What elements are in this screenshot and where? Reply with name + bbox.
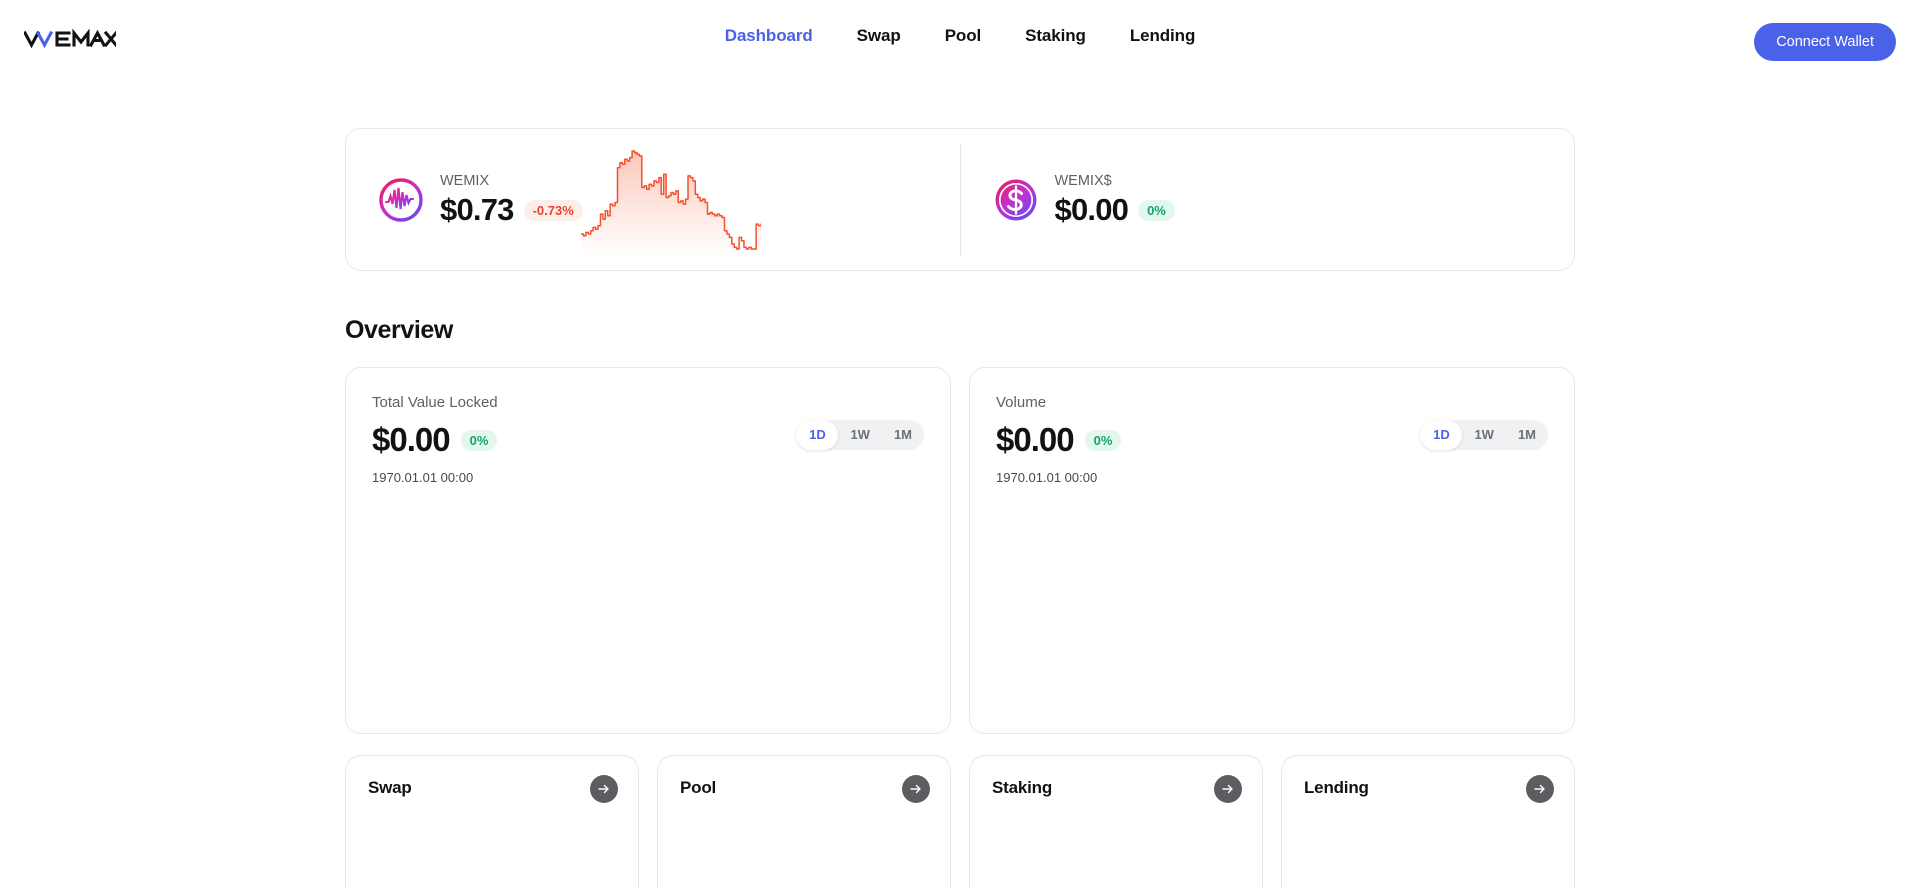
price-ticker-card: WEMIX $0.73 -0.73% WEMIX$ $0.00 0% — [345, 128, 1575, 271]
wemix-token-icon — [378, 177, 424, 223]
wemix-token-name: WEMIX — [440, 172, 490, 189]
arrow-right-icon[interactable] — [590, 775, 618, 803]
tvl-range-1w[interactable]: 1W — [838, 420, 882, 450]
nav-item-staking[interactable]: Staking — [1025, 26, 1086, 46]
volume-timestamp: 1970.01.01 00:00 — [996, 469, 1098, 485]
nav-item-pool[interactable]: Pool — [945, 26, 982, 46]
product-card-pool[interactable]: Pool TVL $0.00 — [657, 755, 951, 888]
wemix-price-row: $0.73 -0.73% — [440, 191, 583, 227]
wemix-dollar-price-row: $0.00 0% — [1054, 191, 1175, 227]
arrow-right-glyph — [1534, 784, 1545, 794]
sparkline-svg — [580, 150, 761, 255]
wemix-change-badge: -0.73% — [523, 199, 583, 221]
product-card-staking[interactable]: Staking TVL $0.00 — [969, 755, 1263, 888]
arrow-right-glyph — [1222, 784, 1233, 794]
product-title-staking: Staking — [992, 778, 1053, 797]
volume-card: Volume $0.00 0% 1970.01.01 00:00 1D 1W 1… — [969, 367, 1575, 734]
arrow-right-glyph — [598, 784, 609, 794]
overview-title: Overview — [345, 316, 453, 344]
nav-item-swap[interactable]: Swap — [857, 26, 901, 46]
volume-range-1w[interactable]: 1W — [1462, 420, 1506, 450]
arrow-right-glyph — [910, 784, 921, 794]
wemix-dollar-price: $0.00 — [1054, 191, 1129, 227]
volume-value: $0.00 — [996, 421, 1075, 458]
main-navigation: Dashboard Swap Pool Staking Lending — [0, 26, 1920, 46]
nav-item-lending[interactable]: Lending — [1130, 26, 1196, 46]
volume-range-1m[interactable]: 1M — [1506, 420, 1548, 450]
wemix-dollar-token-name: WEMIX$ — [1054, 172, 1112, 189]
wemix-dollar-token-info: WEMIX$ $0.00 0% — [1055, 173, 1175, 227]
tvl-range-toggle: 1D 1W 1M — [796, 420, 924, 450]
wemix-dollar-change-badge: 0% — [1138, 199, 1175, 221]
product-card-swap[interactable]: Swap VOL $0.00 — [345, 755, 639, 888]
tvl-range-1d[interactable]: 1D — [796, 420, 839, 450]
wemix-price: $0.73 — [440, 191, 514, 227]
volume-change-badge: 0% — [1084, 429, 1122, 451]
connect-wallet-button[interactable]: Connect Wallet — [1754, 23, 1896, 61]
ticker-wemix-dollar: WEMIX$ $0.00 0% — [961, 129, 1575, 270]
arrow-right-icon[interactable] — [902, 775, 930, 803]
volume-label: Volume — [996, 394, 1047, 411]
tvl-label: Total Value Locked — [372, 394, 498, 411]
product-card-row: Swap VOL $0.00 Pool TVL $0.00 — [345, 755, 1575, 888]
tvl-range-1m[interactable]: 1M — [882, 420, 924, 450]
tvl-change-badge: 0% — [460, 429, 498, 451]
product-card-lending[interactable]: Lending TVL $0.00 — [1281, 755, 1575, 888]
product-title-swap: Swap — [368, 778, 412, 797]
product-title-lending: Lending — [1304, 778, 1369, 797]
app-header: Dashboard Swap Pool Staking Lending Conn… — [0, 0, 1920, 80]
product-title-pool: Pool — [680, 778, 717, 797]
overview-stat-row: Total Value Locked $0.00 0% 1970.01.01 0… — [345, 367, 1575, 734]
tvl-timestamp: 1970.01.01 00:00 — [372, 469, 474, 485]
arrow-right-icon[interactable] — [1214, 775, 1242, 803]
tvl-value: $0.00 — [372, 421, 451, 458]
wemix-token-info: WEMIX $0.73 -0.73% — [440, 173, 583, 227]
volume-range-toggle: 1D 1W 1M — [1420, 420, 1548, 450]
total-value-locked-card: Total Value Locked $0.00 0% 1970.01.01 0… — [345, 367, 951, 734]
wemix-sparkline-chart — [580, 145, 761, 255]
wemix-dollar-token-icon — [993, 177, 1039, 223]
nav-item-dashboard[interactable]: Dashboard — [725, 26, 813, 46]
ticker-wemix: WEMIX $0.73 -0.73% — [346, 129, 960, 270]
volume-range-1d[interactable]: 1D — [1420, 420, 1463, 450]
arrow-right-icon[interactable] — [1526, 775, 1554, 803]
page-content: WEMIX $0.73 -0.73% WEMIX$ $0.00 0% Overv… — [0, 128, 1920, 888]
